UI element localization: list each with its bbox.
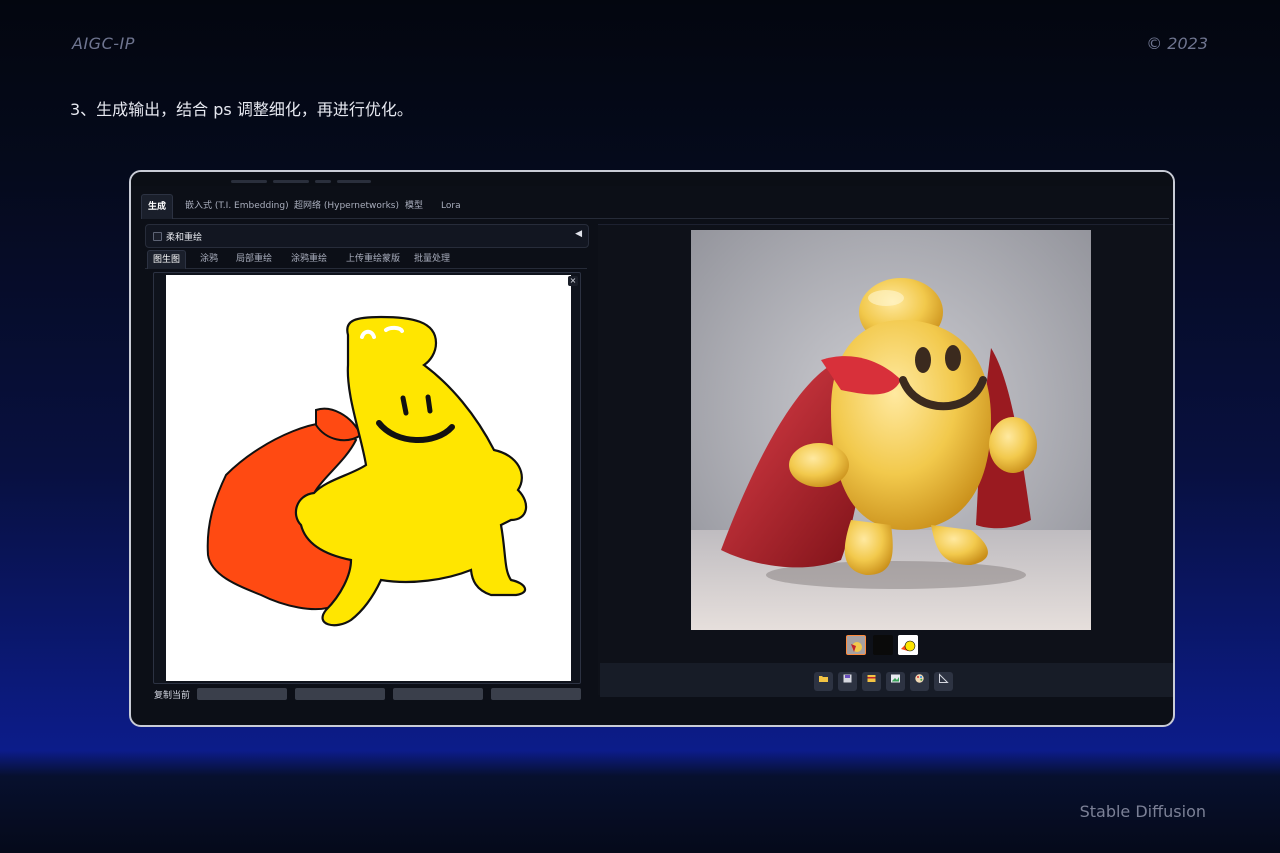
output-toolbar bbox=[600, 663, 1173, 697]
subtab-inpaint-upload[interactable]: 上传重绘蒙版 bbox=[341, 250, 405, 268]
subtab-img2img[interactable]: 图生图 bbox=[147, 250, 187, 269]
step-description: 3、生成输出，结合 ps 调整细化，再进行优化。 bbox=[70, 100, 413, 119]
soft-inpainting-label: 柔和重绘 bbox=[166, 233, 203, 243]
close-icon[interactable]: × bbox=[568, 276, 578, 286]
img2img-sub-tabs: 图生图 涂鸦 局部重绘 涂鸦重绘 上传重绘蒙版 批量处理 bbox=[145, 250, 587, 269]
collapse-arrow-icon[interactable]: ◀ bbox=[575, 229, 582, 239]
ruler-icon[interactable] bbox=[934, 672, 953, 691]
copy-to-inpaint-button[interactable] bbox=[393, 688, 483, 700]
copy-to-img2img-button[interactable] bbox=[197, 688, 287, 700]
sketch-mascot-illustration bbox=[206, 315, 528, 627]
thumbnail-sketch[interactable] bbox=[898, 635, 918, 655]
thumbnail-render[interactable] bbox=[846, 635, 866, 655]
tab-models[interactable]: 模型 bbox=[399, 194, 429, 218]
folder-icon[interactable] bbox=[814, 672, 833, 691]
save-icon[interactable] bbox=[838, 672, 857, 691]
copy-to-sketch-button[interactable] bbox=[295, 688, 385, 700]
slide-header-left: AIGC-IP bbox=[72, 34, 135, 53]
copy-to-inpaint-sketch-button[interactable] bbox=[491, 688, 581, 700]
tab-generate[interactable]: 生成 bbox=[141, 194, 174, 219]
subtab-inpaint-sketch[interactable]: 涂鸦重绘 bbox=[286, 250, 332, 268]
main-tabs: 生成 嵌入式 (T.I. Embedding) 超网络 (Hypernetwor… bbox=[141, 194, 1169, 219]
copy-current-label: 复制当前 bbox=[154, 691, 191, 701]
tab-hypernetworks[interactable]: 超网络 (Hypernetworks) bbox=[288, 194, 405, 218]
rendered-mascot-illustration bbox=[691, 230, 1091, 630]
subtab-inpaint[interactable]: 局部重绘 bbox=[231, 250, 277, 268]
input-sketch-image[interactable] bbox=[166, 275, 571, 681]
palette-icon[interactable] bbox=[910, 672, 929, 691]
send-to-img2img-icon[interactable] bbox=[886, 672, 905, 691]
img2img-panel: 柔和重绘 ◀ 图生图 涂鸦 局部重绘 涂鸦重绘 上传重绘蒙版 批量处理 × 复制… bbox=[145, 224, 589, 725]
input-image-frame: × bbox=[153, 272, 581, 684]
zip-icon[interactable] bbox=[862, 672, 881, 691]
thumbnail-mask[interactable] bbox=[873, 635, 893, 655]
footer-label: Stable Diffusion bbox=[1079, 802, 1206, 821]
soft-inpainting-checkbox[interactable] bbox=[153, 232, 162, 241]
soft-inpainting-accordion[interactable]: 柔和重绘 ◀ bbox=[145, 224, 589, 248]
slide-header-right: © 2023 bbox=[1146, 34, 1208, 53]
tab-lora[interactable]: Lora bbox=[435, 194, 467, 218]
subtab-sketch[interactable]: 涂鸦 bbox=[195, 250, 223, 268]
top-bar bbox=[131, 172, 1173, 186]
output-panel bbox=[598, 224, 1173, 697]
subtab-batch[interactable]: 批量处理 bbox=[409, 250, 455, 268]
tab-embedding[interactable]: 嵌入式 (T.I. Embedding) bbox=[179, 194, 295, 218]
generated-image[interactable] bbox=[691, 230, 1091, 630]
webui-window: 生成 嵌入式 (T.I. Embedding) 超网络 (Hypernetwor… bbox=[129, 170, 1175, 727]
